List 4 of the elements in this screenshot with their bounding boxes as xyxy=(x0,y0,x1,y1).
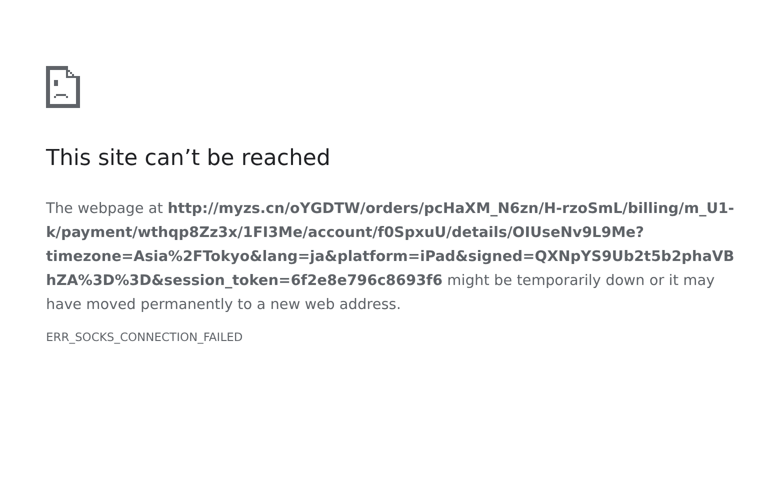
sad-page-icon xyxy=(46,66,80,108)
error-code: ERR_SOCKS_CONNECTION_FAILED xyxy=(46,330,243,344)
error-message: The webpage at http://myzs.cn/oYGDTW/orders/pcHaXM_N6zn/H-rzoSmL/billing/m_U1-k/payment/wthqp8Zz3x/1FI3Me/account/f0SpxuU/details/OIUseNv9L9Me?timezone=Asia%2FTokyo&lang=ja&platform=iPad&signed=QXNpYS9Ub2t5b2phaVBhZA%3D%3D&session_token=6f2e8e796c8693f6 might be temporarily down or it may have moved permanently to a new web address. xyxy=(46,200,736,315)
error-title: This site can’t be reached xyxy=(46,145,330,173)
